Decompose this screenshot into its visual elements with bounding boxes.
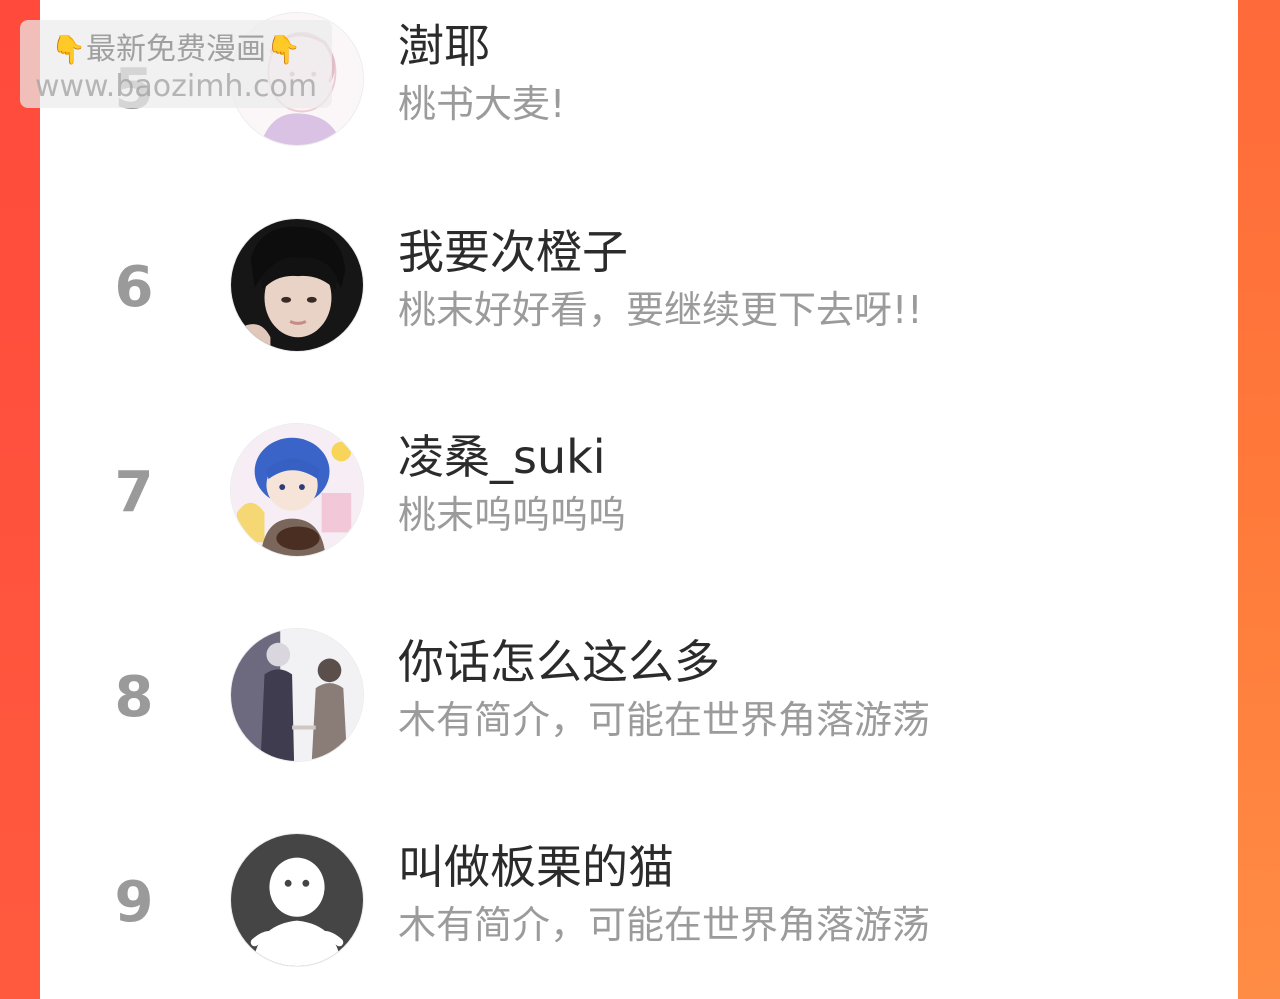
ranking-row[interactable]: 9 叫做板栗的猫 木有简介，可能在世界角落游荡 — [40, 833, 1238, 983]
fan-ranking-panel: 5 澍耶 桃书大麦! 6 — [40, 0, 1238, 999]
user-name[interactable]: 你话怎么这么多 — [398, 632, 720, 692]
user-bio: 桃末呜呜呜呜 — [398, 493, 627, 537]
pointing-down-hand-icon: 👇 — [51, 33, 86, 66]
left-frame-border — [0, 0, 40, 999]
user-bio: 木有简介，可能在世界角落游荡 — [398, 903, 931, 947]
user-name[interactable]: 叫做板栗的猫 — [398, 837, 674, 897]
rank-number: 8 — [114, 665, 154, 730]
user-name[interactable]: 凌桑_suki — [398, 427, 606, 487]
rank-number: 6 — [114, 255, 154, 320]
default-user-icon — [231, 834, 363, 966]
rank-number: 9 — [114, 870, 154, 935]
watermark-title: 最新免费漫画 — [86, 32, 266, 67]
anime-boy-icon — [231, 424, 363, 556]
site-watermark: 👇最新免费漫画👇 www.baozimh.com — [20, 20, 332, 108]
watermark-url: www.baozimh.com — [34, 69, 318, 104]
couple-illustration-avatar[interactable] — [230, 628, 364, 762]
person-photo-icon — [231, 219, 363, 351]
ranking-row[interactable]: 6 我要次橙子 桃末好好看，要继续更下去呀!! — [40, 218, 1238, 368]
couple-illustration-icon — [231, 629, 363, 761]
user-bio: 桃书大麦! — [398, 82, 566, 126]
ranking-row[interactable]: 7 凌桑_suki 桃末呜呜呜呜 — [40, 423, 1238, 573]
ranking-row[interactable]: 8 你话怎么这么多 木有简介，可能在世界角落游荡 — [40, 628, 1238, 778]
user-name[interactable]: 澍耶 — [398, 16, 490, 76]
rank-number: 7 — [114, 460, 154, 525]
anime-boy-avatar[interactable] — [230, 423, 364, 557]
right-frame-border — [1238, 0, 1280, 999]
user-bio: 桃末好好看，要继续更下去呀!! — [398, 288, 923, 332]
pointing-down-hand-icon: 👇 — [266, 33, 301, 66]
user-bio: 木有简介，可能在世界角落游荡 — [398, 698, 931, 742]
photo-person-avatar[interactable] — [230, 218, 364, 352]
default-user-avatar[interactable] — [230, 833, 364, 967]
watermark-title-line: 👇最新免费漫画👇 — [20, 30, 332, 70]
user-name[interactable]: 我要次橙子 — [398, 222, 628, 282]
